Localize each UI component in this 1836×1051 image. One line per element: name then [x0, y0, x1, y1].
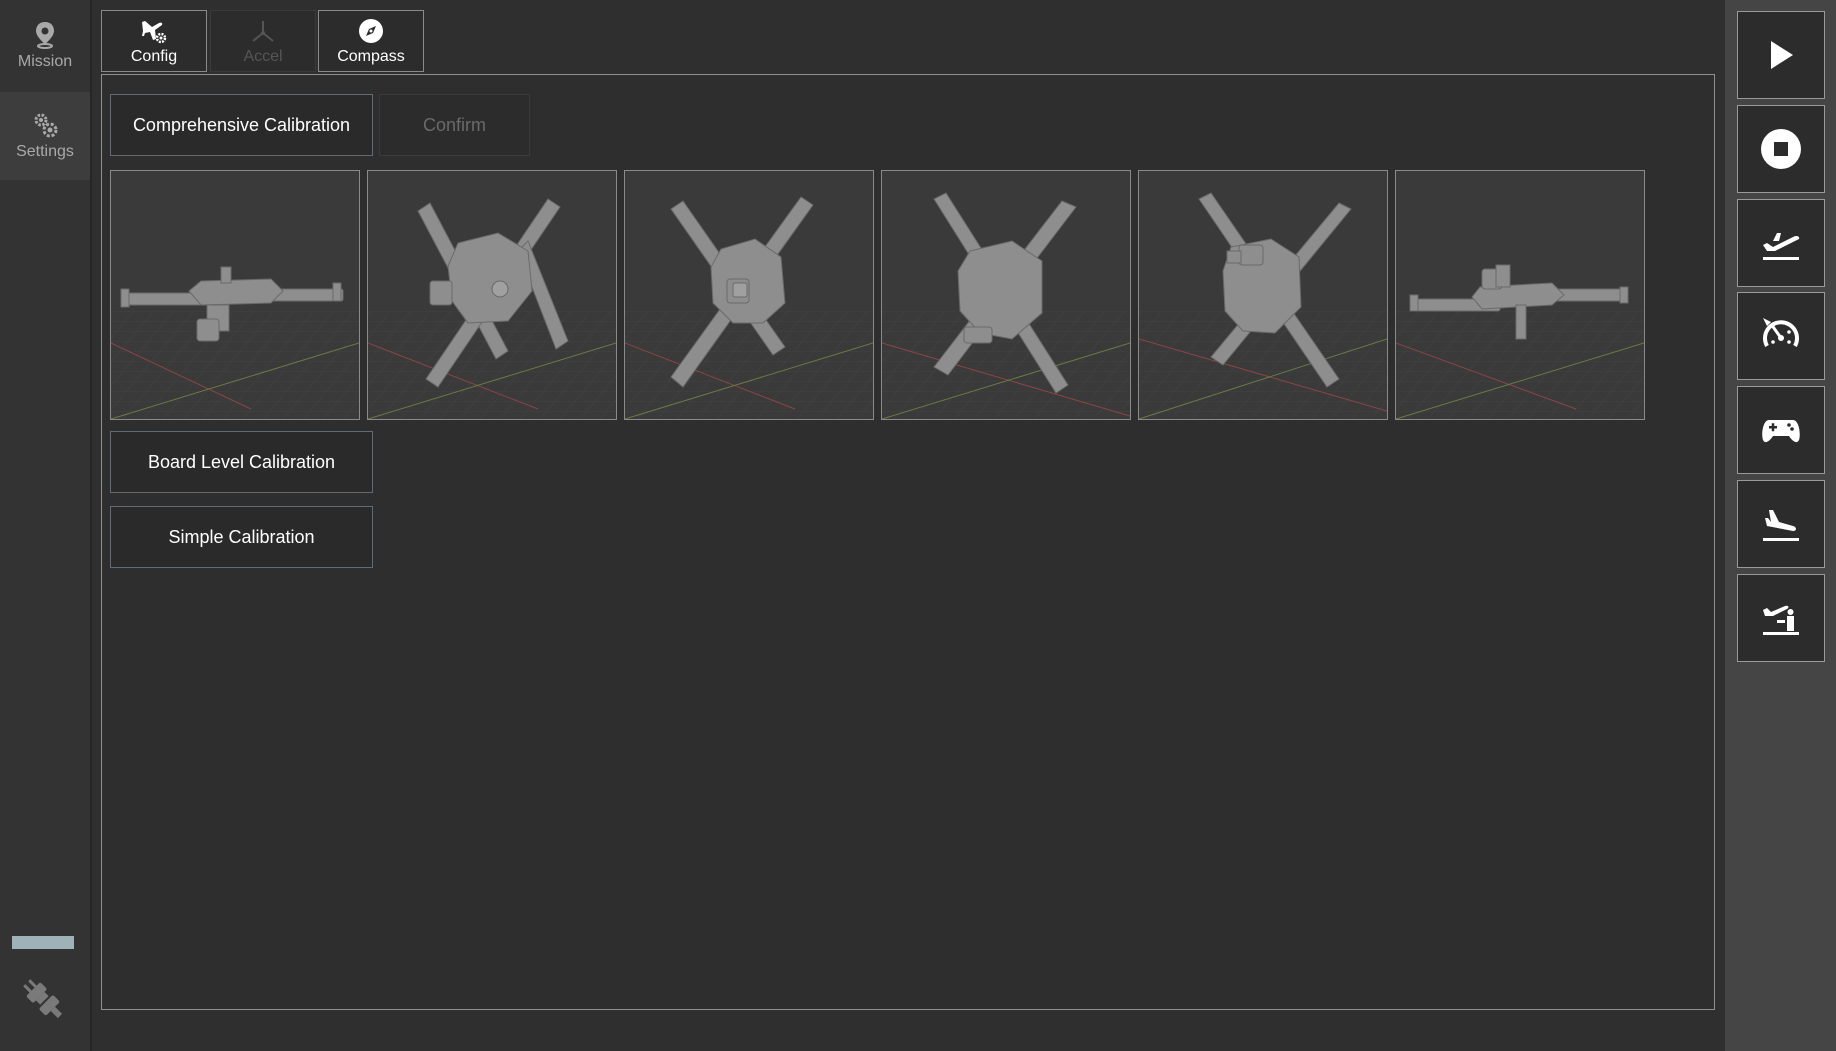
nav-mission-label: Mission: [17, 53, 73, 70]
gamepad-icon: [1762, 420, 1800, 443]
drone-upside-down-image: [1396, 264, 1644, 419]
nav-settings[interactable]: Settings: [0, 92, 90, 180]
nav-settings-label: Settings: [16, 143, 74, 160]
gears-icon: [34, 113, 58, 138]
stop-icon: [1761, 129, 1801, 169]
comprehensive-calibration-button[interactable]: Comprehensive Calibration: [110, 94, 373, 156]
orientation-tile-right-side: [1138, 170, 1388, 420]
drone-left-side-image: [882, 192, 1130, 419]
map-pin-icon: [36, 22, 54, 49]
tab-accel[interactable]: Accel: [210, 10, 316, 72]
nav-mission[interactable]: Mission: [0, 2, 90, 90]
speedometer-icon: [1763, 318, 1799, 347]
tab-accel-label: Accel: [243, 47, 283, 65]
tab-compass-label: Compass: [337, 47, 405, 65]
takeoff-icon: [1763, 233, 1800, 260]
left-navigation: Mission Settings: [0, 0, 92, 1051]
land-button[interactable]: [1737, 480, 1825, 568]
plane-gear-icon: [142, 20, 167, 43]
drone-nose-down-image: [368, 198, 616, 419]
drone-nose-up-image: [625, 196, 873, 419]
takeoff-button[interactable]: [1737, 199, 1825, 287]
calibration-panel: Comprehensive Calibration Confirm Board …: [101, 74, 1715, 1010]
gamepad-button[interactable]: [1737, 386, 1825, 474]
drone-right-side-image: [1139, 192, 1387, 419]
simple-calibration-button[interactable]: Simple Calibration: [110, 506, 373, 568]
plug-connection-icon[interactable]: [18, 974, 68, 1024]
right-toolbar: [1725, 0, 1836, 1051]
board-level-calibration-button[interactable]: Board Level Calibration: [110, 431, 373, 493]
orientation-tile-upside-down: [1395, 170, 1645, 420]
tab-config-label: Config: [130, 47, 178, 65]
orientation-tile-left-side: [881, 170, 1131, 420]
return-home-icon: [1763, 605, 1799, 635]
compass-icon: [359, 18, 383, 43]
speed-button[interactable]: [1737, 292, 1825, 380]
tab-compass[interactable]: Compass: [318, 10, 424, 72]
orientation-tile-level: [110, 170, 360, 420]
return-home-button[interactable]: [1737, 574, 1825, 662]
land-icon: [1763, 510, 1799, 541]
play-icon: [1771, 41, 1793, 69]
confirm-button[interactable]: Confirm: [379, 94, 530, 156]
link-progress-bar: [12, 936, 74, 949]
play-button[interactable]: [1737, 11, 1825, 99]
axes-icon: [252, 20, 274, 42]
stop-button[interactable]: [1737, 105, 1825, 193]
tab-config[interactable]: Config: [101, 10, 207, 72]
link-progress-fill: [12, 936, 74, 949]
drone-level-image: [111, 266, 359, 419]
orientation-tile-nose-up: [624, 170, 874, 420]
orientation-tile-nose-down: [367, 170, 617, 420]
